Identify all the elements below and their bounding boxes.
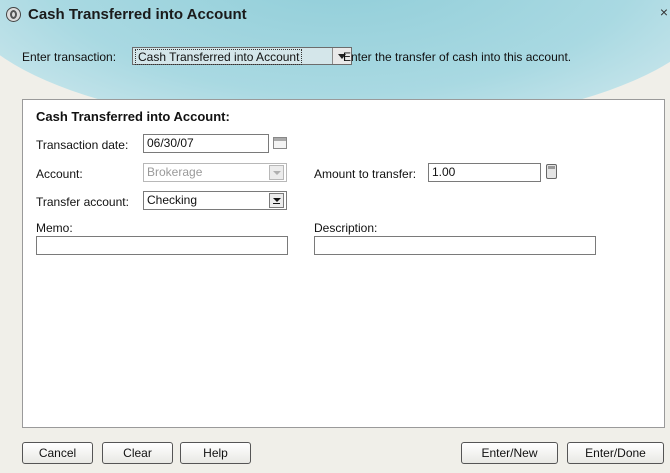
app-logo-icon (6, 7, 21, 22)
clear-button[interactable]: Clear (102, 442, 173, 464)
amount-label: Amount to transfer: (314, 167, 417, 181)
transaction-hint: Enter the transfer of cash into this acc… (343, 50, 572, 64)
title-bar: Cash Transferred into Account × (0, 0, 670, 30)
description-field[interactable] (314, 236, 596, 255)
enter-done-button[interactable]: Enter/Done (567, 442, 664, 464)
dialog-window: Cash Transferred into Account × Enter tr… (0, 0, 670, 473)
account-field: Brokerage (143, 163, 287, 182)
transaction-type-label: Enter transaction: (22, 50, 117, 64)
transfer-account-field[interactable]: Checking (143, 191, 287, 210)
close-icon[interactable]: × (660, 4, 668, 20)
transaction-type-value: Cash Transferred into Account (135, 49, 303, 65)
help-button[interactable]: Help (180, 442, 251, 464)
form-panel: Cash Transferred into Account: Transacti… (22, 99, 665, 428)
enter-new-button[interactable]: Enter/New (461, 442, 558, 464)
calendar-icon[interactable] (273, 137, 287, 149)
transaction-date-field[interactable]: 06/30/07 (143, 134, 269, 153)
description-label: Description: (314, 221, 378, 235)
calculator-icon[interactable] (546, 164, 557, 179)
window-title: Cash Transferred into Account (28, 6, 247, 23)
transaction-date-label: Transaction date: (36, 138, 129, 152)
form-heading: Cash Transferred into Account: (36, 109, 230, 124)
transaction-type-select[interactable]: Cash Transferred into Account (132, 47, 352, 65)
chevron-down-icon[interactable] (269, 193, 284, 208)
cancel-button[interactable]: Cancel (22, 442, 93, 464)
memo-field[interactable] (36, 236, 288, 255)
amount-field[interactable]: 1.00 (428, 163, 541, 182)
memo-label: Memo: (36, 221, 73, 235)
account-label: Account: (36, 167, 83, 181)
transfer-account-label: Transfer account: (36, 195, 129, 209)
account-dropdown-icon (269, 165, 284, 180)
